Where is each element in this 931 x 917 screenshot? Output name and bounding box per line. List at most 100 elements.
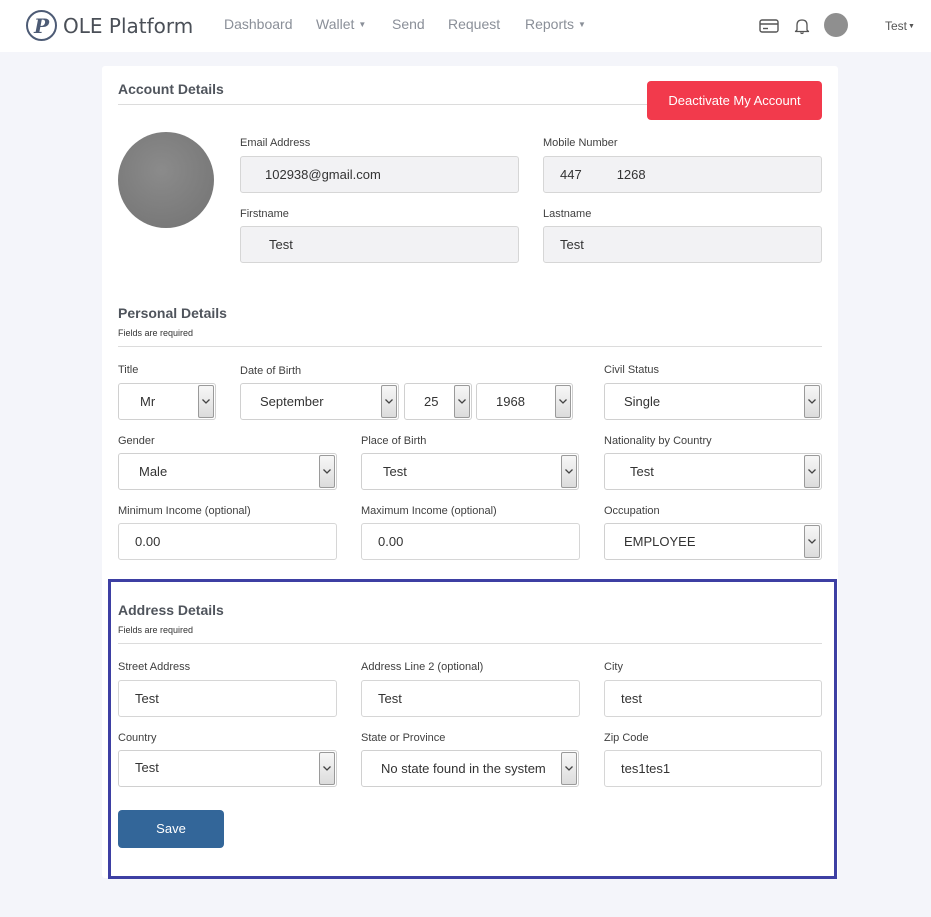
profile-avatar[interactable]: [118, 132, 214, 228]
chevron-down-icon: [804, 385, 820, 418]
nav-send[interactable]: Send: [392, 16, 425, 32]
dob-day-select[interactable]: 25: [404, 383, 472, 420]
firstname-label: Firstname: [240, 208, 289, 220]
avatar[interactable]: [824, 13, 848, 37]
save-button[interactable]: Save: [118, 810, 224, 848]
chevron-down-icon: [561, 455, 577, 488]
address-line2-label: Address Line 2 (optional): [361, 661, 484, 673]
max-income-label: Maximum Income (optional): [361, 505, 497, 517]
dob-year-select[interactable]: 1968: [476, 383, 573, 420]
lastname-value: Test: [560, 237, 584, 252]
place-of-birth-label: Place of Birth: [361, 435, 427, 447]
title-select[interactable]: Mr: [118, 383, 216, 420]
max-income-value: 0.00: [378, 534, 404, 549]
occupation-value: EMPLOYEE: [624, 534, 696, 549]
zip-code-input[interactable]: tes1tes1: [604, 750, 822, 787]
card-icon[interactable]: [757, 14, 781, 38]
nav-reports-label: Reports: [525, 16, 575, 32]
state-select[interactable]: No state found in the system: [361, 750, 579, 787]
user-name: Test: [885, 19, 908, 33]
country-label: Country: [118, 732, 157, 744]
lastname-field[interactable]: Test: [543, 226, 822, 263]
personal-details-subtitle: Fields are required: [118, 328, 194, 338]
chevron-down-icon: ▼: [908, 23, 915, 30]
logo-icon[interactable]: P: [26, 10, 57, 41]
divider: [118, 643, 822, 644]
place-of-birth-value: Test: [383, 464, 407, 479]
country-select[interactable]: Test: [118, 750, 337, 787]
max-income-input[interactable]: 0.00: [361, 523, 580, 560]
address-line2-value: Test: [378, 691, 402, 706]
civil-status-value: Single: [624, 394, 661, 409]
lastname-label: Lastname: [543, 208, 592, 220]
email-field[interactable]: 102938@gmail.com: [240, 156, 519, 193]
civil-status-select[interactable]: Single: [604, 383, 822, 420]
chevron-down-icon: ▼: [578, 20, 586, 29]
dob-month-select[interactable]: September: [240, 383, 399, 420]
state-value: No state found in the system: [381, 761, 546, 776]
state-label: State or Province: [361, 732, 446, 744]
brand-name[interactable]: OLE Platform: [63, 14, 193, 38]
email-label: Email Address: [240, 137, 311, 149]
nav-wallet[interactable]: Wallet ▼: [316, 16, 366, 32]
chevron-down-icon: [198, 385, 214, 418]
personal-details-title: Personal Details: [118, 305, 227, 321]
nationality-select[interactable]: Test: [604, 453, 822, 490]
mobile-suffix: 1268: [616, 167, 646, 182]
city-label: City: [604, 661, 623, 673]
dob-label: Date of Birth: [240, 365, 302, 377]
nationality-label: Nationality by Country: [604, 435, 712, 447]
occupation-select[interactable]: EMPLOYEE: [604, 523, 822, 560]
dob-day-value: 25: [424, 394, 439, 409]
divider: [118, 346, 822, 347]
firstname-field[interactable]: Test: [240, 226, 519, 263]
chevron-down-icon: [561, 752, 577, 785]
zip-code-value: tes1tes1: [621, 761, 671, 776]
nav-request[interactable]: Request: [448, 16, 500, 32]
nav-reports[interactable]: Reports ▼: [525, 16, 586, 32]
chevron-down-icon: [804, 455, 820, 488]
place-of-birth-select[interactable]: Test: [361, 453, 579, 490]
city-value: test: [621, 691, 642, 706]
address-details-title: Address Details: [118, 602, 224, 618]
address-line2-input[interactable]: Test: [361, 680, 580, 717]
top-navbar: P OLE Platform Dashboard Wallet ▼ Send Re…: [0, 0, 931, 52]
min-income-value: 0.00: [135, 534, 161, 549]
divider: [118, 104, 648, 105]
dob-year-value: 1968: [496, 394, 525, 409]
gender-value: Male: [139, 464, 168, 479]
mobile-field[interactable]: 447 1268: [543, 156, 822, 193]
address-details-subtitle: Fields are required: [118, 625, 194, 635]
deactivate-account-button[interactable]: Deactivate My Account: [647, 81, 822, 120]
min-income-input[interactable]: 0.00: [118, 523, 337, 560]
nav-dashboard-label: Dashboard: [224, 16, 293, 32]
street-address-label: Street Address: [118, 661, 191, 673]
bell-icon[interactable]: [790, 14, 814, 38]
chevron-down-icon: [319, 455, 335, 488]
chevron-down-icon: [454, 385, 470, 418]
logo-letter: P: [33, 13, 50, 38]
nav-wallet-label: Wallet: [316, 16, 355, 32]
account-details-title: Account Details: [118, 81, 224, 97]
firstname-value: Test: [269, 237, 293, 252]
gender-select[interactable]: Male: [118, 453, 337, 490]
nav-send-label: Send: [392, 16, 425, 32]
title-label: Title: [118, 364, 139, 376]
zip-code-label: Zip Code: [604, 732, 649, 744]
street-address-input[interactable]: Test: [118, 680, 337, 717]
title-value: Mr: [140, 394, 156, 409]
nav-dashboard[interactable]: Dashboard: [224, 16, 293, 32]
chevron-down-icon: [804, 525, 820, 558]
street-address-value: Test: [135, 691, 159, 706]
city-input[interactable]: test: [604, 680, 822, 717]
chevron-down-icon: [319, 752, 335, 785]
country-value: Test: [135, 760, 159, 775]
mobile-prefix: 447: [560, 167, 582, 182]
user-menu[interactable]: Test▼: [885, 19, 915, 33]
gender-label: Gender: [118, 435, 155, 447]
chevron-down-icon: [555, 385, 571, 418]
dob-month-value: September: [260, 394, 324, 409]
chevron-down-icon: ▼: [358, 20, 367, 29]
occupation-label: Occupation: [604, 505, 660, 517]
nav-request-label: Request: [448, 16, 501, 32]
